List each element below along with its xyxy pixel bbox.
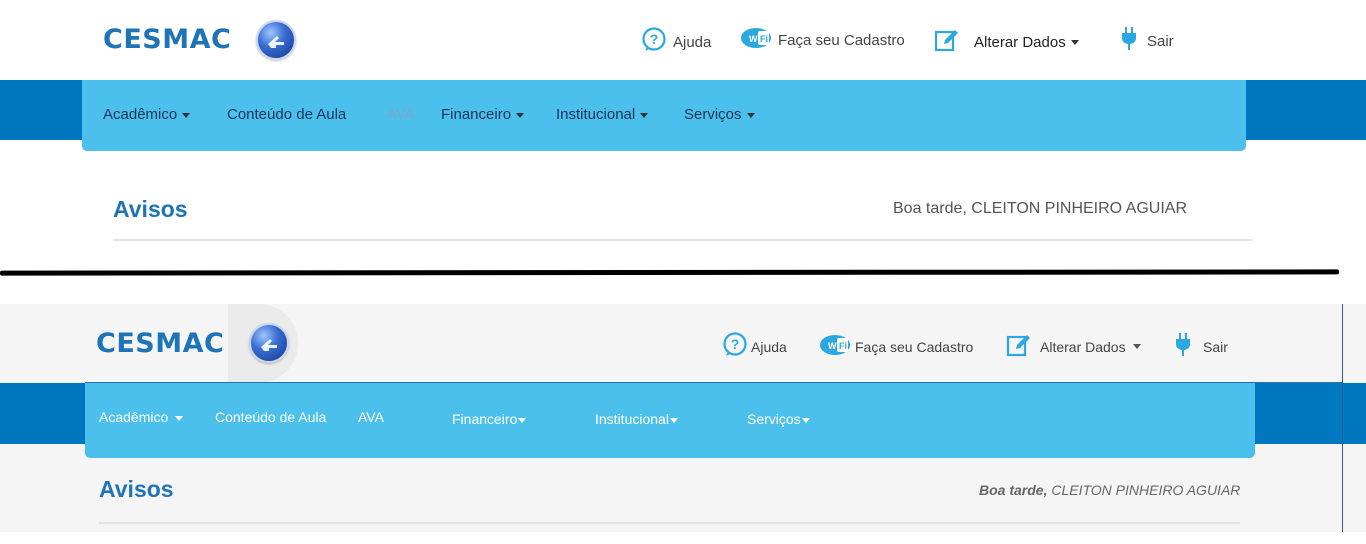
- chevron-down-icon: [640, 112, 649, 118]
- logout-link[interactable]: Sair: [1175, 332, 1228, 361]
- nav-item-ava[interactable]: AVA: [358, 409, 384, 425]
- nav-item-financial[interactable]: Financeiro: [452, 411, 527, 427]
- page-title: Avisos: [113, 196, 188, 222]
- help-icon: ?: [641, 27, 667, 57]
- nav-item-services[interactable]: Serviços: [747, 411, 810, 427]
- greeting-text: Boa tarde, CLEITON PINHEIRO AGUIAR: [979, 482, 1240, 498]
- cesmac-logo[interactable]: CESMAC: [103, 24, 231, 55]
- edit-icon: [934, 27, 960, 57]
- chevron-down-icon: [1132, 344, 1141, 349]
- panel-edge: [1342, 304, 1343, 532]
- svg-text:Fi: Fi: [760, 34, 768, 44]
- help-label: Ajuda: [751, 338, 787, 355]
- edit-data-label: Alterar Dados: [1040, 338, 1126, 355]
- chevron-down-icon: [669, 417, 678, 423]
- wifi-icon: Wi Fi: [740, 27, 772, 53]
- logout-label: Sair: [1203, 338, 1228, 355]
- logout-label: Sair: [1147, 32, 1174, 50]
- greeting-text: Boa tarde, CLEITON PINHEIRO AGUIAR: [893, 200, 1188, 217]
- plug-icon: [1121, 26, 1137, 56]
- plug-icon: [1175, 332, 1191, 361]
- svg-text:?: ?: [650, 31, 659, 47]
- chevron-down-icon: [182, 112, 191, 118]
- title-divider: [113, 239, 1253, 241]
- edit-data-dropdown[interactable]: Alterar Dados: [934, 27, 1079, 57]
- nav-item-class-content[interactable]: Conteúdo de Aula: [215, 409, 326, 425]
- nav-item-institutional[interactable]: Institucional: [595, 411, 678, 427]
- page-title: Avisos: [99, 476, 174, 502]
- chevron-down-icon: [518, 417, 527, 423]
- help-link[interactable]: ? Ajuda: [641, 27, 711, 57]
- greeting-prefix: Boa tarde,: [979, 482, 1048, 498]
- edit-data-label: Alterar Dados: [974, 33, 1066, 51]
- chevron-down-icon: [175, 415, 184, 421]
- register-label: Faça seu Cadastro: [778, 31, 905, 49]
- chevron-down-icon: [746, 112, 755, 118]
- header-version-b: CESMAC ? Ajuda Wi Fi Faça seu Cadastro Al…: [0, 304, 1366, 532]
- title-divider: [99, 522, 1240, 524]
- comparison-divider: [0, 269, 1340, 276]
- nav-item-class-content[interactable]: Conteúdo de Aula: [227, 106, 346, 123]
- register-label: Faça seu Cadastro: [855, 338, 974, 355]
- nav-item-services[interactable]: Serviços: [684, 106, 755, 123]
- pointing-hand-icon[interactable]: [256, 20, 296, 60]
- pointing-hand-icon[interactable]: [249, 323, 289, 363]
- register-link[interactable]: Wi Fi Faça seu Cadastro: [819, 334, 973, 359]
- help-link[interactable]: ? Ajuda: [722, 332, 787, 361]
- main-nav: Acadêmico Conteúdo de Aula AVA Financeir…: [82, 80, 1246, 151]
- edit-icon: [1006, 332, 1032, 361]
- chevron-down-icon: [1070, 39, 1079, 45]
- wifi-icon: Wi Fi: [819, 334, 851, 359]
- chevron-down-icon: [801, 417, 810, 423]
- main-nav: Acadêmico Conteúdo de Aula AVA Financeir…: [85, 383, 1255, 458]
- help-icon: ?: [722, 332, 748, 361]
- chevron-down-icon: [516, 112, 525, 118]
- edit-data-dropdown[interactable]: Alterar Dados: [1006, 332, 1141, 361]
- header-version-a: CESMAC ? Ajuda Wi Fi Faça seu Cadastro Al…: [0, 0, 1366, 262]
- logout-link[interactable]: Sair: [1121, 26, 1174, 56]
- user-name: CLEITON PINHEIRO AGUIAR: [1051, 482, 1241, 498]
- nav-item-ava[interactable]: AVA: [387, 106, 415, 123]
- top-header: CESMAC ? Ajuda Wi Fi Faça seu Cadastro Al…: [0, 0, 1366, 80]
- top-header: CESMAC ? Ajuda Wi Fi Faça seu Cadastro Al…: [0, 304, 1366, 383]
- svg-text:?: ?: [731, 336, 740, 352]
- help-label: Ajuda: [673, 33, 712, 51]
- nav-item-institutional[interactable]: Institucional: [556, 106, 649, 123]
- register-link[interactable]: Wi Fi Faça seu Cadastro: [740, 27, 905, 53]
- nav-item-financial[interactable]: Financeiro: [441, 106, 525, 123]
- cesmac-logo[interactable]: CESMAC: [96, 328, 224, 359]
- svg-text:Fi: Fi: [839, 341, 847, 351]
- nav-item-academic[interactable]: Acadêmico: [103, 106, 191, 123]
- nav-item-academic[interactable]: Acadêmico: [99, 409, 184, 425]
